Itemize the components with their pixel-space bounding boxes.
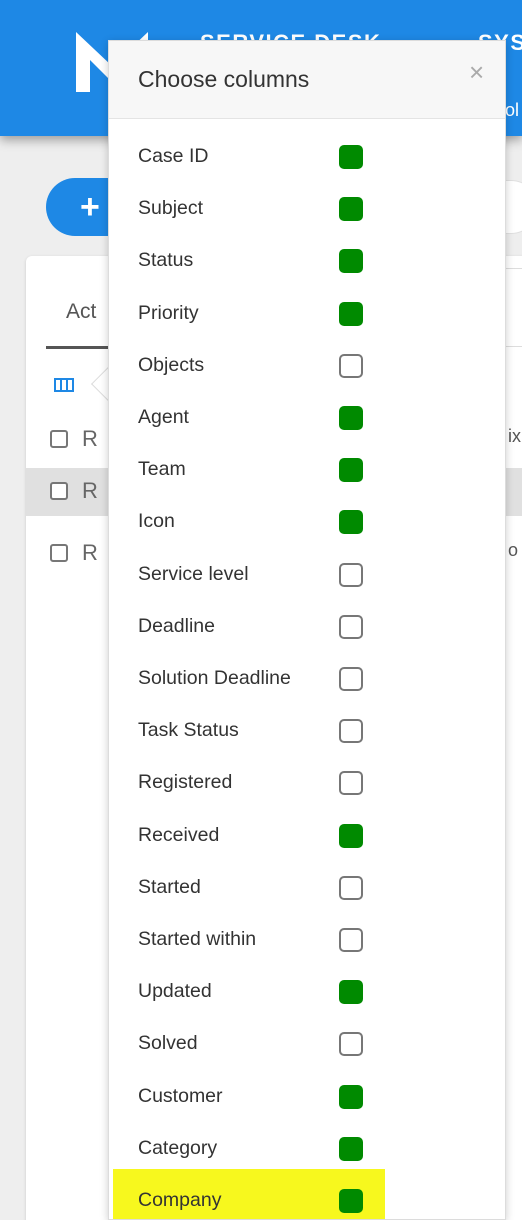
row-text: R <box>82 426 98 451</box>
column-checkbox[interactable] <box>339 249 363 274</box>
column-checkbox[interactable] <box>339 1032 363 1057</box>
choose-columns-popover: Choose columns × Case ID Subject Status Pri… <box>108 40 506 1220</box>
column-option-label: Objects <box>138 353 205 376</box>
column-option-received[interactable]: Received <box>109 810 505 862</box>
column-option-solved[interactable]: Solved <box>109 1018 505 1070</box>
column-option-team[interactable]: Team <box>109 444 505 496</box>
columns-icon[interactable] <box>54 378 74 392</box>
column-option-label: Customer <box>138 1084 223 1107</box>
column-option-agent[interactable]: Agent <box>109 392 505 444</box>
column-option-label: Started within <box>138 928 257 950</box>
column-option-solution-deadline[interactable]: Solution Deadline <box>109 653 505 705</box>
row-text: R <box>82 478 98 503</box>
column-option-label: Solution Deadline <box>138 667 291 689</box>
column-option-updated[interactable]: Updated <box>109 966 505 1018</box>
column-checkbox[interactable] <box>339 667 363 691</box>
header-subtitle-partial: ol <box>505 100 520 120</box>
column-option-category[interactable]: Category <box>109 1123 505 1175</box>
column-option-case-id[interactable]: Case ID <box>109 131 505 183</box>
column-option-label: Company <box>138 1189 222 1211</box>
column-checkbox[interactable] <box>339 353 363 378</box>
column-option-service-level[interactable]: Service level <box>109 549 505 601</box>
row-checkbox[interactable] <box>50 430 68 448</box>
column-option-label: Subject <box>138 197 204 220</box>
tab-active[interactable]: Act <box>66 300 96 324</box>
column-checkbox[interactable] <box>339 823 363 848</box>
column-checkbox[interactable] <box>339 980 363 1005</box>
column-option-label: Task Status <box>138 719 239 742</box>
column-option-registered[interactable]: Registered <box>109 757 505 809</box>
column-option-label: Agent <box>138 406 189 428</box>
column-option-label: Priority <box>138 301 199 324</box>
popover-title: Choose columns <box>138 66 310 92</box>
column-option-label: Updated <box>138 980 212 1003</box>
column-checkbox[interactable] <box>339 562 363 587</box>
column-checkbox[interactable] <box>339 406 363 430</box>
column-option-status[interactable]: Status <box>109 235 505 287</box>
column-option-company[interactable]: Company <box>109 1175 505 1220</box>
column-option-customer[interactable]: Customer <box>109 1071 505 1123</box>
column-option-label: Service level <box>138 562 249 585</box>
column-option-started[interactable]: Started <box>109 862 505 914</box>
column-checkbox[interactable] <box>339 719 363 744</box>
column-checkbox[interactable] <box>339 771 363 796</box>
column-option-label: Received <box>138 823 220 846</box>
column-option-icon[interactable]: Icon <box>109 496 505 548</box>
column-option-label: Registered <box>138 771 233 794</box>
column-checkbox[interactable] <box>339 197 363 222</box>
column-option-subject[interactable]: Subject <box>109 183 505 235</box>
column-option-label: Case ID <box>138 145 209 167</box>
column-option-label: Icon <box>138 510 175 533</box>
row-checkbox[interactable] <box>50 482 68 500</box>
column-option-deadline[interactable]: Deadline <box>109 601 505 653</box>
column-checkbox[interactable] <box>339 1136 363 1161</box>
column-checkbox[interactable] <box>339 1189 363 1213</box>
column-option-task-status[interactable]: Task Status <box>109 705 505 757</box>
column-option-label: Status <box>138 249 194 272</box>
column-option-label: Deadline <box>138 614 215 637</box>
tab-active-indicator <box>46 346 108 349</box>
column-option-label: Category <box>138 1136 218 1159</box>
row-text-right: ix <box>508 426 521 446</box>
popover-header: Choose columns × <box>109 41 505 119</box>
column-option-label: Team <box>138 458 186 481</box>
column-checkbox[interactable] <box>339 928 363 952</box>
column-option-objects[interactable]: Objects <box>109 340 505 392</box>
column-option-label: Solved <box>138 1032 198 1055</box>
row-text: R <box>82 540 98 565</box>
column-checkbox[interactable] <box>339 145 363 169</box>
row-checkbox[interactable] <box>50 544 68 562</box>
column-checkbox[interactable] <box>339 458 363 483</box>
plus-icon: + <box>80 187 100 226</box>
column-option-label: Started <box>138 875 201 898</box>
column-option-started-within[interactable]: Started within <box>109 914 505 966</box>
row-text-right: o <box>508 540 519 560</box>
column-checkbox[interactable] <box>339 875 363 900</box>
close-icon[interactable]: × <box>469 59 484 85</box>
column-checkbox[interactable] <box>339 510 363 535</box>
column-checkbox[interactable] <box>339 1084 363 1109</box>
column-option-priority[interactable]: Priority <box>109 288 505 340</box>
column-checkbox[interactable] <box>339 614 363 639</box>
column-checkbox[interactable] <box>339 301 363 326</box>
